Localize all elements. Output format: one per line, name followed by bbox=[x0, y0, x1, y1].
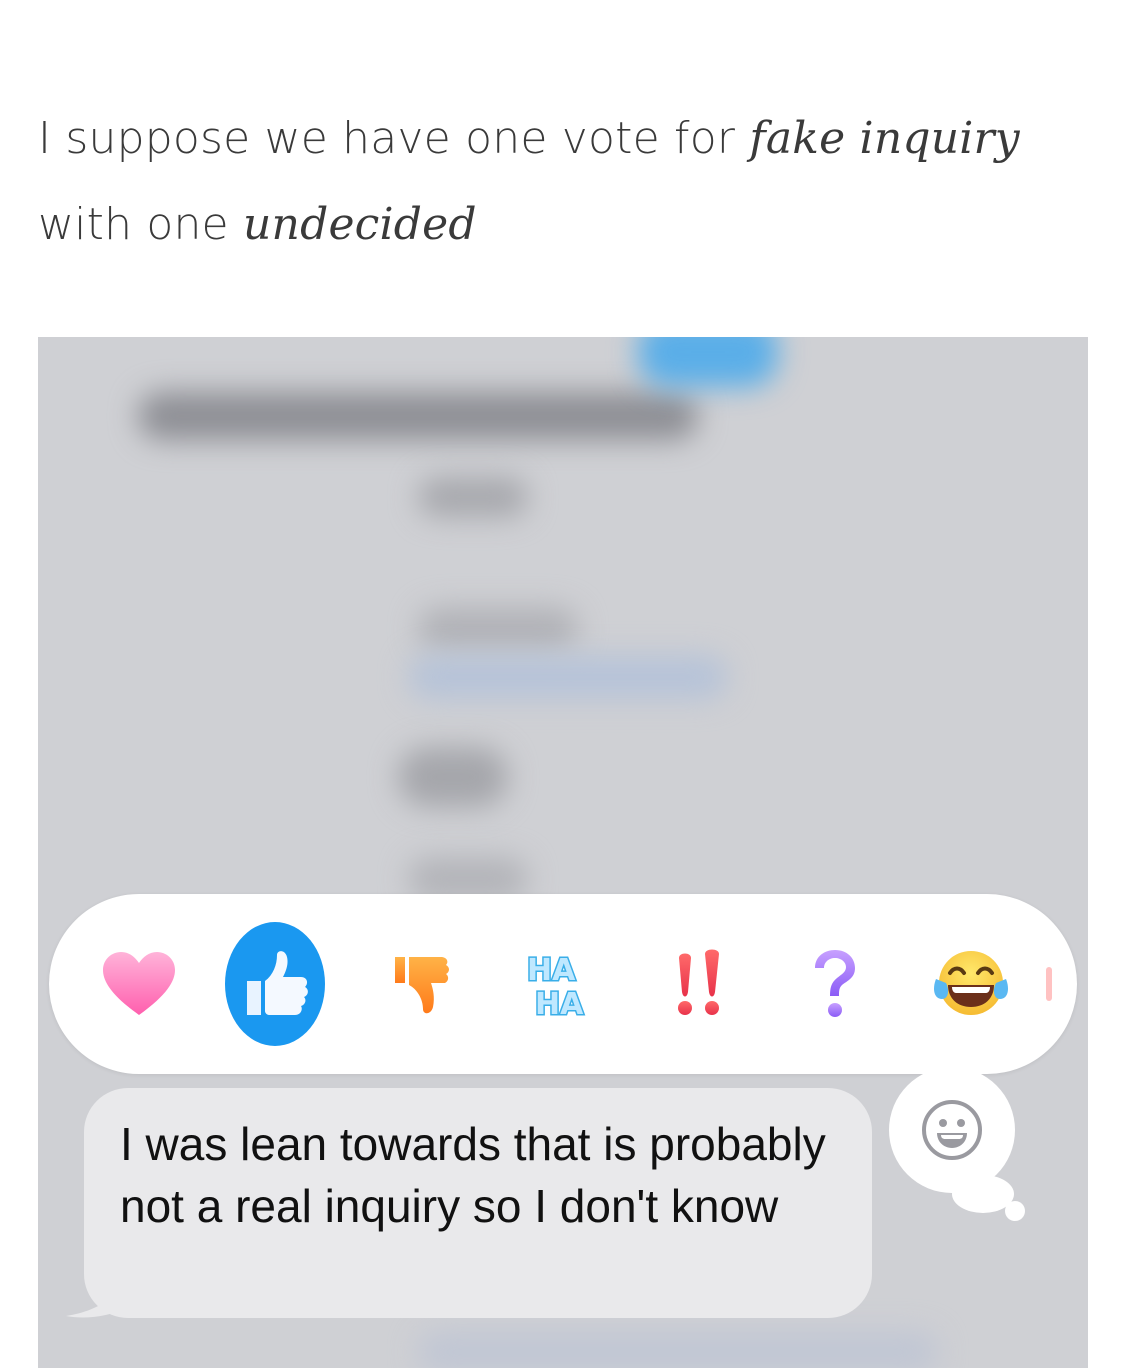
double-exclamation-icon bbox=[678, 949, 719, 1015]
selected-reaction-highlight bbox=[225, 922, 325, 1046]
haha-icon: HA HA bbox=[526, 952, 586, 1021]
message-text: I was lean towards that is probably not … bbox=[120, 1118, 826, 1232]
caption-line-1-text: I suppose we have one vote for bbox=[38, 113, 750, 164]
article-caption: I suppose we have one vote for fake inqu… bbox=[38, 96, 1088, 268]
reaction-haha[interactable]: HA HA bbox=[509, 894, 609, 1074]
thumbs-down-icon bbox=[395, 957, 449, 1014]
blurred-background-edge bbox=[418, 1332, 938, 1368]
question-icon bbox=[815, 950, 855, 1017]
blurred-background-text bbox=[418, 477, 528, 517]
reaction-exclamation[interactable] bbox=[649, 894, 749, 1074]
reaction-partial-next[interactable] bbox=[1039, 894, 1059, 1074]
tapback-reaction-bar: HA HA bbox=[49, 894, 1077, 1074]
reaction-question[interactable] bbox=[785, 894, 885, 1074]
add-emoji-reaction-button[interactable] bbox=[889, 1067, 1015, 1193]
reaction-thumbs-down[interactable] bbox=[373, 894, 473, 1074]
caption-emphasis-undecided: undecided bbox=[243, 199, 477, 250]
caption-emphasis-fake-inquiry: fake inquiry bbox=[749, 113, 1020, 164]
smiley-icon bbox=[922, 1100, 982, 1160]
message-bubble[interactable]: I was lean towards that is probably not … bbox=[84, 1088, 872, 1318]
blurred-background-text bbox=[398, 747, 508, 807]
reaction-tears-of-joy[interactable] bbox=[921, 894, 1021, 1074]
blurred-background-bubble bbox=[638, 337, 778, 387]
partial-reaction-icon bbox=[1046, 967, 1052, 1001]
messages-screenshot: HA HA I was lean towards that is probabl… bbox=[38, 337, 1088, 1368]
blurred-background-link bbox=[408, 655, 728, 699]
haha-icon-line-2: HA bbox=[535, 987, 584, 1020]
blurred-background-text bbox=[418, 607, 578, 651]
heart-icon bbox=[103, 952, 175, 1015]
blurred-background-text bbox=[138, 392, 698, 440]
tears-of-joy-icon bbox=[934, 951, 1008, 1015]
reaction-thumbs-up[interactable] bbox=[225, 894, 325, 1074]
caption-line-1: I suppose we have one vote for fake inqu… bbox=[38, 96, 1088, 182]
haha-icon-line-1: HA bbox=[527, 953, 576, 988]
thought-bubble-dot-small bbox=[1005, 1201, 1025, 1221]
reaction-heart[interactable] bbox=[89, 894, 189, 1074]
thumbs-up-icon bbox=[247, 951, 308, 1015]
caption-line-2: with one undecided bbox=[38, 182, 1088, 268]
caption-line-2-text: with one bbox=[38, 199, 243, 250]
